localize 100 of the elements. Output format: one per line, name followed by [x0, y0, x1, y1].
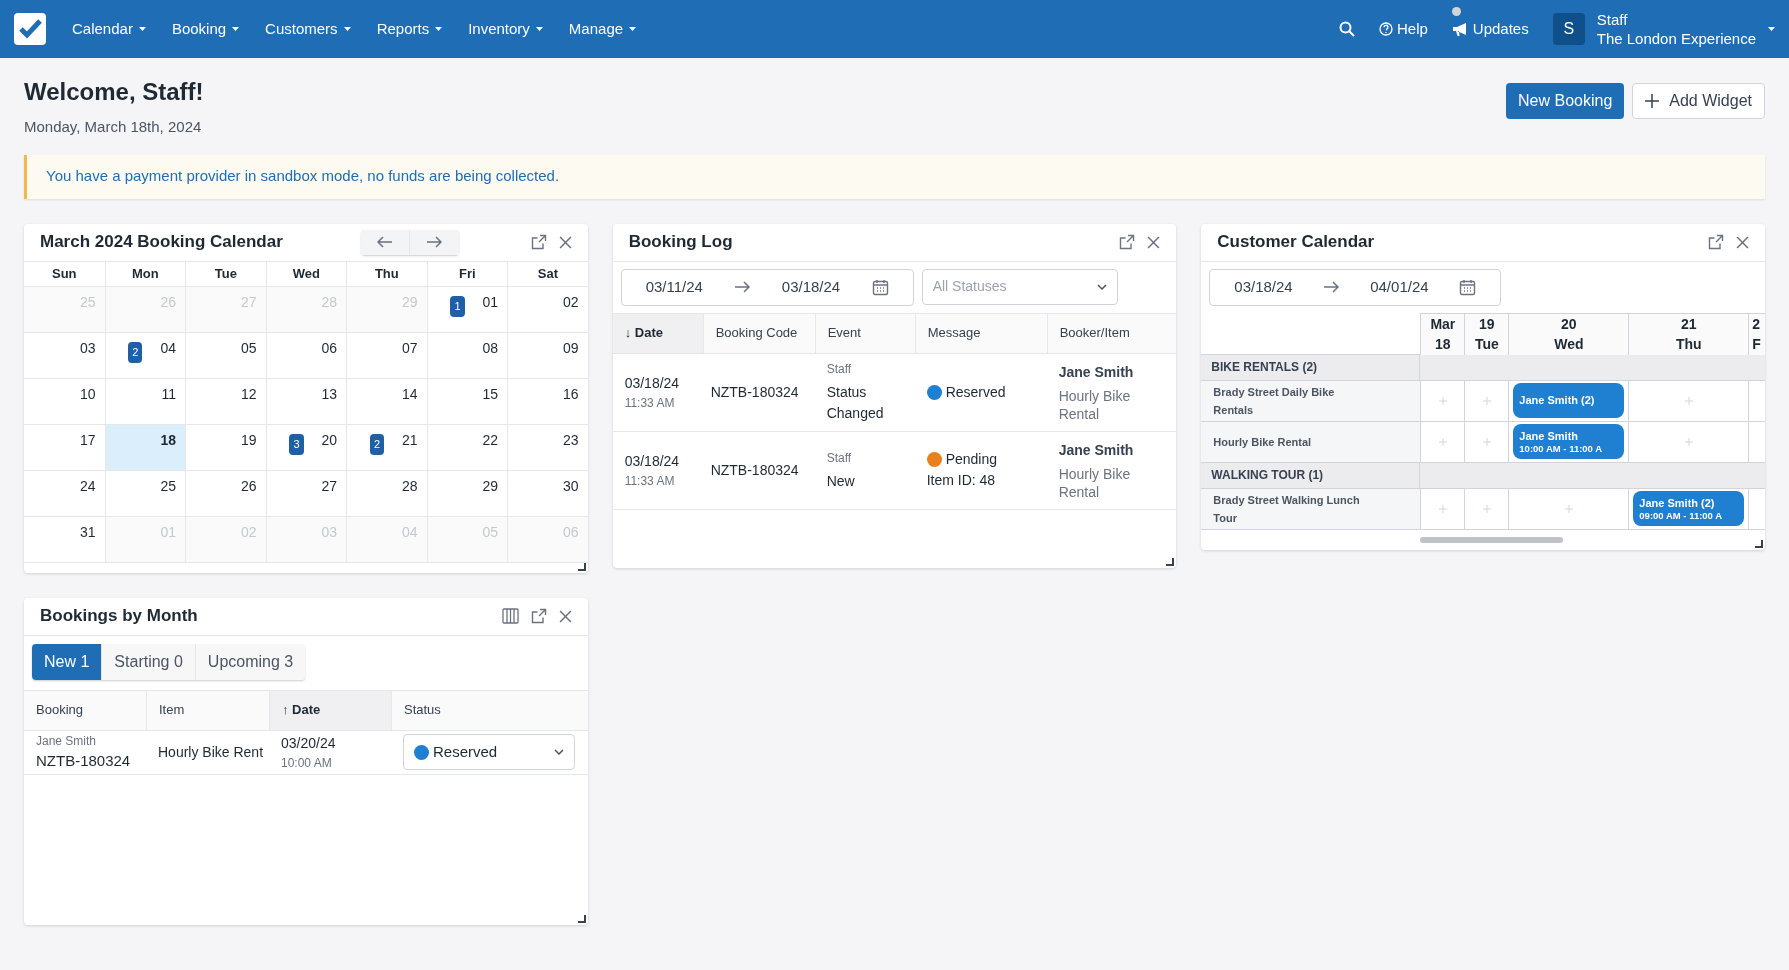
user-menu[interactable]: S Staff The London Experience	[1552, 10, 1775, 48]
day-number: 02	[563, 292, 579, 312]
calendar-day[interactable]: 07	[346, 332, 427, 379]
booking-event[interactable]: Jane Smith 10:00 AM - 11:00 A	[1513, 424, 1625, 459]
booking-code[interactable]: NZTB-180324	[36, 749, 134, 773]
filter-tab[interactable]: Upcoming 3	[194, 643, 306, 680]
filter-tab[interactable]: New 1	[32, 643, 102, 680]
calendar-day[interactable]: 28	[346, 470, 427, 517]
calendar-day[interactable]: 2 04	[104, 332, 186, 379]
nav-menu[interactable]: Calendar	[72, 17, 146, 41]
open-external-icon[interactable]	[1708, 234, 1724, 250]
calendar-day[interactable]: 29	[426, 470, 508, 517]
nav-menu[interactable]: Booking	[171, 17, 240, 41]
close-icon[interactable]	[1736, 235, 1749, 249]
close-icon[interactable]	[558, 235, 572, 249]
resize-grip-icon[interactable]	[1165, 556, 1175, 566]
column-header[interactable]: Booking	[24, 690, 146, 730]
status-dropdown[interactable]: Reserved	[403, 734, 575, 770]
calendar-day[interactable]: 24	[24, 470, 105, 517]
calendar-day[interactable]: 06	[265, 332, 347, 379]
calendar-day[interactable]: 3 20	[265, 424, 347, 471]
booker-name: Jane Smith	[1058, 440, 1135, 460]
next-month-button[interactable]	[409, 229, 459, 255]
close-icon[interactable]	[1147, 235, 1161, 249]
day-column-header: 2	[1752, 315, 1761, 334]
calendar-day[interactable]: 03	[24, 332, 105, 379]
close-icon[interactable]	[558, 609, 572, 623]
date-range-field[interactable]: 03/18/24 04/01/24	[1209, 268, 1502, 306]
arrow-left-icon	[376, 236, 393, 248]
column-header[interactable]: ↓ Date	[612, 313, 703, 353]
booker-name: Jane Smith	[1058, 362, 1135, 382]
caret-icon	[343, 27, 351, 31]
help-link[interactable]: Help	[1379, 17, 1428, 41]
calendar-day[interactable]: 11	[104, 378, 186, 425]
resize-grip-icon[interactable]	[576, 561, 586, 571]
weekday-header: Wed	[292, 264, 320, 283]
new-booking-button[interactable]: New Booking	[1506, 83, 1625, 119]
search-icon[interactable]	[1339, 21, 1355, 37]
calendar-day[interactable]: 14	[346, 378, 427, 425]
add-widget-button[interactable]: Add Widget	[1632, 83, 1765, 119]
calendar-day[interactable]: 25	[104, 470, 186, 517]
previous-month-button[interactable]	[360, 229, 410, 255]
user-org: The London Experience	[1596, 29, 1756, 48]
column-header[interactable]: Booker/Item	[1046, 313, 1177, 353]
calendar-icon[interactable]	[871, 278, 889, 296]
calendar-day[interactable]: 18	[104, 424, 186, 471]
calendar-day[interactable]: 15	[426, 378, 508, 425]
date-range-field[interactable]: 03/11/24 03/18/24	[620, 268, 914, 306]
day-column-header: Mar	[1430, 315, 1456, 334]
horizontal-scrollbar[interactable]	[1420, 536, 1564, 543]
day-number: 21	[402, 430, 418, 450]
calendar-day[interactable]: 19	[185, 424, 266, 471]
calendar-day[interactable]: 05	[185, 332, 266, 379]
column-header[interactable]: Event	[814, 313, 915, 353]
calendar-icon[interactable]	[1459, 278, 1477, 296]
calendar-day[interactable]: 1 01	[426, 286, 508, 333]
resource-label: Brady Street Walking Lunch Tour	[1213, 492, 1361, 526]
resize-grip-icon[interactable]	[576, 913, 586, 923]
calendar-day[interactable]: 16	[507, 378, 588, 425]
column-header[interactable]: Message	[914, 313, 1047, 353]
calendar-day[interactable]: 30	[507, 470, 588, 517]
booking-event[interactable]: Jane Smith (2) 09:00 AM - 11:00 A	[1633, 491, 1745, 526]
booking-code[interactable]: NZTB-180324	[710, 459, 799, 481]
calendar-day[interactable]: 09	[507, 332, 588, 379]
resize-grip-icon[interactable]	[1754, 538, 1763, 548]
checkmark-logo[interactable]	[14, 13, 46, 45]
calendar-day[interactable]: 31	[24, 516, 105, 563]
calendar-day[interactable]: 08	[426, 332, 508, 379]
nav-menu[interactable]: Customers	[265, 17, 351, 41]
day-number: 22	[482, 430, 499, 450]
column-header[interactable]: Status	[391, 690, 588, 730]
filter-tab[interactable]: Starting 0	[101, 643, 195, 680]
calendar-day[interactable]: 10	[24, 378, 105, 425]
updates-link[interactable]: Updates	[1451, 17, 1529, 41]
column-header[interactable]: ↑ Date	[269, 690, 391, 730]
calendar-day[interactable]: 27	[265, 470, 347, 517]
open-external-icon[interactable]	[530, 234, 547, 250]
nav-menu[interactable]: Manage	[568, 17, 637, 41]
columns-icon[interactable]	[501, 608, 519, 624]
weekday-header: Tue	[214, 264, 237, 283]
calendar-day[interactable]: 02	[507, 286, 588, 333]
calendar-day[interactable]: 2 21	[346, 424, 427, 471]
calendar-day[interactable]: 22	[426, 424, 508, 471]
nav-menu[interactable]: Inventory	[468, 17, 543, 41]
calendar-day[interactable]: 13	[265, 378, 347, 425]
day-number: 19	[241, 430, 257, 450]
booking-code[interactable]: NZTB-180324	[710, 381, 799, 403]
log-time: 11:33 AM	[624, 394, 676, 412]
calendar-day[interactable]: 26	[185, 470, 266, 517]
column-header[interactable]: Booking Code	[702, 313, 815, 353]
day-column-header: 19	[1479, 315, 1495, 334]
nav-menu[interactable]: Reports	[376, 17, 443, 41]
open-external-icon[interactable]	[1119, 234, 1136, 250]
calendar-day[interactable]: 17	[24, 424, 105, 471]
calendar-day[interactable]: 23	[507, 424, 588, 471]
weekday-header: Fri	[459, 264, 476, 283]
day-number: 31	[79, 522, 96, 542]
open-external-icon[interactable]	[530, 608, 547, 624]
booking-event[interactable]: Jane Smith (2)	[1513, 383, 1625, 418]
calendar-day[interactable]: 12	[185, 378, 266, 425]
